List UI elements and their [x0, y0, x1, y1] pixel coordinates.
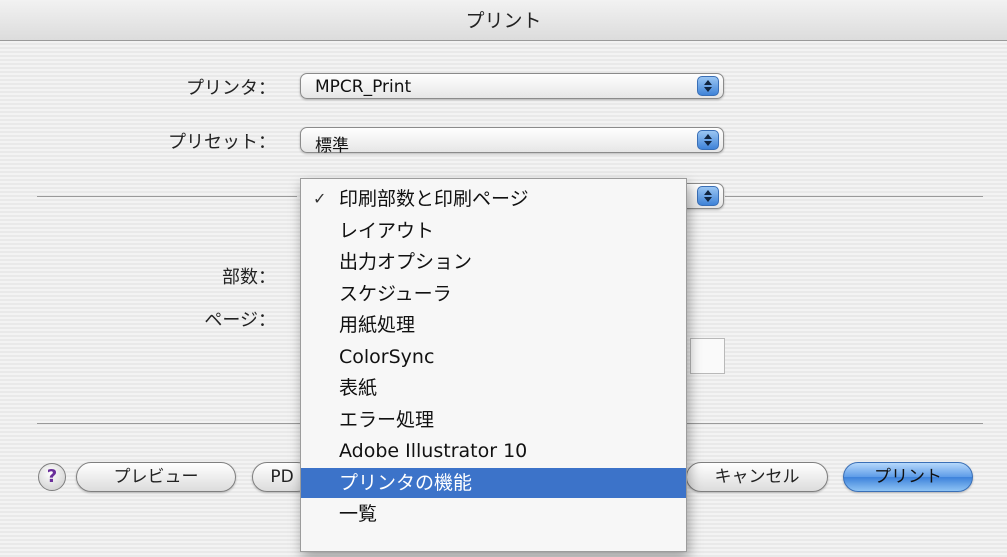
- menu-item-label: レイアウト: [339, 219, 435, 242]
- pane-popup-menu: ✓ 印刷部数と印刷ページ レイアウト出力オプション スケジューラ 用紙処理 ColorSy…: [300, 178, 687, 552]
- popup-arrows-icon: [697, 130, 719, 150]
- menu-item[interactable]: Adobe Illustrator 10: [301, 436, 686, 466]
- help-button[interactable]: ?: [38, 463, 66, 491]
- printer-value: MPCR_Print: [315, 77, 412, 97]
- menu-item[interactable]: プリンタの機能: [301, 467, 686, 498]
- menu-item-label: エラー処理: [339, 408, 435, 431]
- menu-item[interactable]: ColorSync: [301, 342, 686, 372]
- menu-item-label: 表紙: [339, 377, 378, 399]
- menu-item-label: ColorSync: [339, 345, 435, 368]
- menu-item[interactable]: レイアウト: [301, 216, 686, 246]
- pages-label: ページ：: [204, 310, 276, 331]
- menu-item-label: 印刷部数と印刷ページ: [339, 188, 529, 210]
- page-range-field[interactable]: [690, 338, 725, 374]
- preset-popup[interactable]: 標準: [300, 127, 724, 156]
- window-title: プリント: [465, 10, 542, 32]
- popup-arrows-icon: [697, 76, 719, 96]
- menu-item[interactable]: スケジューラ: [301, 279, 686, 309]
- menu-item-label: スケジューラ: [339, 282, 452, 305]
- menu-item[interactable]: エラー処理: [301, 405, 686, 435]
- menu-item[interactable]: 用紙処理: [301, 310, 686, 340]
- title-bar: プリント: [0, 0, 1007, 41]
- separator-line: [37, 196, 297, 197]
- preset-value: 標準: [315, 136, 349, 156]
- popup-arrows-icon: [697, 186, 719, 206]
- menu-item[interactable]: 一覧: [301, 499, 686, 529]
- menu-item-label: 一覧: [339, 503, 378, 525]
- menu-item-label: Adobe Illustrator 10: [339, 440, 528, 462]
- menu-item[interactable]: ✓ 印刷部数と印刷ページ: [301, 184, 686, 214]
- cancel-button[interactable]: キャンセル: [686, 462, 828, 492]
- preview-button[interactable]: プレビュー: [76, 462, 236, 492]
- printer-popup[interactable]: MPCR_Print: [300, 73, 724, 99]
- checkmark-icon: ✓: [313, 189, 327, 208]
- print-button[interactable]: プリント: [843, 462, 973, 492]
- copies-label: 部数：: [222, 267, 276, 288]
- menu-item-label: 用紙処理: [339, 314, 416, 336]
- menu-item-label: プリンタの機能: [339, 471, 473, 494]
- menu-item[interactable]: 表紙: [301, 373, 686, 403]
- separator-line: [725, 196, 983, 197]
- menu-item-label: 出力オプション: [339, 251, 473, 273]
- printer-label: プリンタ：: [186, 78, 276, 99]
- preset-label: プリセット：: [168, 132, 276, 153]
- menu-item[interactable]: 出力オプション: [301, 247, 686, 277]
